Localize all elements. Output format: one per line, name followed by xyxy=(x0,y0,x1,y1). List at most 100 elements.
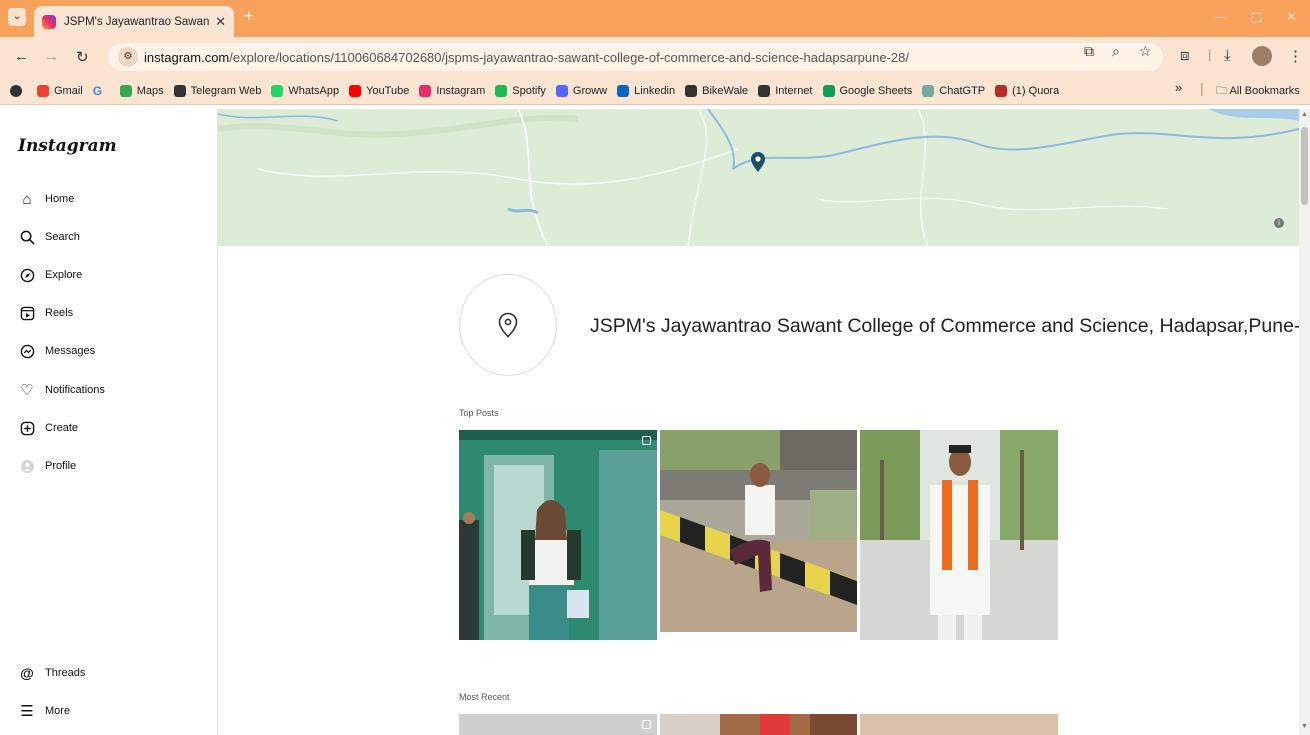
all-bookmarks-button[interactable]: 🗀 All Bookmarks xyxy=(1216,82,1300,101)
scroll-down-icon[interactable]: ▼ xyxy=(1301,723,1308,730)
sidebar-item-messages[interactable]: Messages xyxy=(18,342,95,360)
recent-post-1[interactable] xyxy=(459,714,657,735)
bookmarks-bar: Gmail G Maps Telegram Web WhatsApp YouTube Ins… xyxy=(0,77,1310,105)
new-tab-button[interactable]: + xyxy=(244,8,253,26)
map-terrain xyxy=(218,109,1299,246)
scrollbar-thumb[interactable] xyxy=(1301,127,1308,205)
sidebar-item-explore[interactable]: Explore xyxy=(18,266,82,284)
sidebar-item-threads[interactable]: @ Threads xyxy=(18,664,85,682)
bookmark-item[interactable]: Maps xyxy=(119,84,164,97)
bookmark-favicon-icon xyxy=(995,84,1008,97)
map-info-icon[interactable]: i xyxy=(1274,218,1284,228)
recent-post-3[interactable] xyxy=(860,714,1058,735)
bookmark-favicon-icon xyxy=(617,84,630,97)
sidebar-item-label: Create xyxy=(45,422,79,434)
bookmark-item[interactable]: (1) Quora xyxy=(995,84,1060,97)
bookmark-item[interactable]: ChatGTP xyxy=(922,84,986,97)
bookmark-label: ChatGTP xyxy=(939,84,986,97)
reels-icon xyxy=(18,304,36,322)
bookmark-label: WhatsApp xyxy=(288,84,340,97)
bookmark-item[interactable]: Linkedin xyxy=(617,84,676,97)
messenger-icon xyxy=(18,342,36,360)
bookmark-item[interactable]: Google Sheets xyxy=(822,84,912,97)
bookmark-globe-icon[interactable] xyxy=(10,84,27,97)
sidebar-item-notifications[interactable]: ♡ Notifications xyxy=(18,381,105,399)
post-image xyxy=(660,430,857,632)
sidebar-item-label: More xyxy=(45,705,71,717)
bookmark-label: Spotify xyxy=(512,84,546,97)
top-post-1[interactable] xyxy=(459,430,657,640)
bookmark-item[interactable]: Internet xyxy=(758,84,813,97)
instagram-sidebar: Instagram ⌂ Home Search Explore Reels Me… xyxy=(0,109,218,735)
scroll-up-icon[interactable]: ▲ xyxy=(1301,111,1308,118)
bookmark-item[interactable]: Telegram Web xyxy=(173,84,261,97)
bookmark-favicon-icon xyxy=(349,84,362,97)
address-bar[interactable]: ⚙ instagram.com/explore/locations/110060… xyxy=(108,43,1163,71)
compass-icon xyxy=(18,266,36,284)
downloads-icon[interactable]: ⤓ xyxy=(1224,47,1231,64)
active-tab[interactable]: JSPM's Jayawantrao Sawant Col ✕ xyxy=(34,6,234,37)
sidebar-item-reels[interactable]: Reels xyxy=(18,304,73,322)
sidebar-item-search[interactable]: Search xyxy=(18,228,80,246)
location-icon-circle xyxy=(459,274,557,376)
bookmark-item[interactable]: YouTube xyxy=(349,84,410,97)
url-text[interactable]: instagram.com/explore/locations/11006068… xyxy=(144,50,1163,65)
bookmark-item[interactable]: G xyxy=(93,85,110,97)
sidebar-item-profile[interactable]: Profile xyxy=(18,457,76,475)
bookmark-item[interactable]: WhatsApp xyxy=(271,84,340,97)
bookmark-star-icon[interactable]: ☆ xyxy=(1139,43,1152,60)
sidebar-item-label: Threads xyxy=(45,667,86,679)
sidebar-item-label: Explore xyxy=(45,269,83,281)
search-icon xyxy=(18,228,36,246)
plus-square-icon xyxy=(18,419,36,437)
cast-icon[interactable]: ⧉ xyxy=(1084,43,1094,60)
bookmarks-overflow-icon[interactable]: » xyxy=(1175,80,1182,95)
bookmark-item[interactable]: Spotify xyxy=(495,84,546,97)
bookmark-item[interactable]: Gmail xyxy=(37,84,83,97)
minimize-icon[interactable]: — xyxy=(1214,9,1227,24)
bookmark-favicon-icon: G xyxy=(92,83,103,98)
sidebar-item-more[interactable]: ☰ More xyxy=(18,702,70,720)
post-image xyxy=(860,430,1058,640)
page-scrollbar[interactable]: ▲ ▼ xyxy=(1299,109,1310,735)
toolbar-divider: | xyxy=(1208,47,1212,62)
forward-icon[interactable]: → xyxy=(44,48,59,65)
home-icon: ⌂ xyxy=(22,190,32,208)
location-map[interactable] xyxy=(218,109,1299,246)
window-close-icon[interactable]: ✕ xyxy=(1286,9,1297,25)
site-info-icon[interactable]: ⚙ xyxy=(118,47,138,67)
sidebar-item-label: Reels xyxy=(45,307,74,319)
post-image xyxy=(660,714,857,735)
bookmark-favicon-icon xyxy=(173,84,186,97)
bookmark-item[interactable]: Instagram xyxy=(419,84,485,97)
top-post-2[interactable] xyxy=(660,430,857,632)
tab-close-icon[interactable]: ✕ xyxy=(215,14,226,30)
more-menu-icon[interactable]: ⋮ xyxy=(1288,47,1303,65)
bookmark-item[interactable]: Groww xyxy=(555,84,608,97)
profile-avatar-icon[interactable] xyxy=(1252,46,1272,66)
bookmarks-divider: | xyxy=(1200,80,1204,96)
restore-icon[interactable]: ▢ xyxy=(1250,9,1262,25)
top-post-3[interactable] xyxy=(860,430,1058,640)
bookmark-favicon-icon xyxy=(37,84,49,97)
top-posts-heading: Top Posts xyxy=(459,408,499,418)
back-icon[interactable]: ← xyxy=(14,48,29,65)
extensions-icon[interactable]: ⧈ xyxy=(1180,47,1190,64)
tab-search-button[interactable]: ⌄ xyxy=(8,8,26,26)
bookmark-favicon-icon xyxy=(922,84,935,97)
bookmark-favicon-icon xyxy=(495,84,508,97)
recent-post-2[interactable] xyxy=(660,714,857,735)
bookmark-label: (1) Quora xyxy=(1012,84,1060,97)
bookmark-item[interactable]: BikeWale xyxy=(685,84,748,97)
bookmark-label: Linkedin xyxy=(634,84,676,97)
bookmark-label: YouTube xyxy=(366,84,410,97)
bookmark-label: Internet xyxy=(775,84,813,97)
heart-icon: ♡ xyxy=(20,382,34,399)
sidebar-item-create[interactable]: Create xyxy=(18,419,78,437)
reload-icon[interactable]: ↻ xyxy=(76,48,89,66)
sidebar-item-label: Notifications xyxy=(45,384,105,396)
bookmark-label: Groww xyxy=(572,84,608,97)
instagram-logo[interactable]: Instagram xyxy=(18,136,117,156)
zoom-icon[interactable]: ⌕ xyxy=(1112,43,1120,60)
sidebar-item-home[interactable]: ⌂ Home xyxy=(18,190,74,208)
